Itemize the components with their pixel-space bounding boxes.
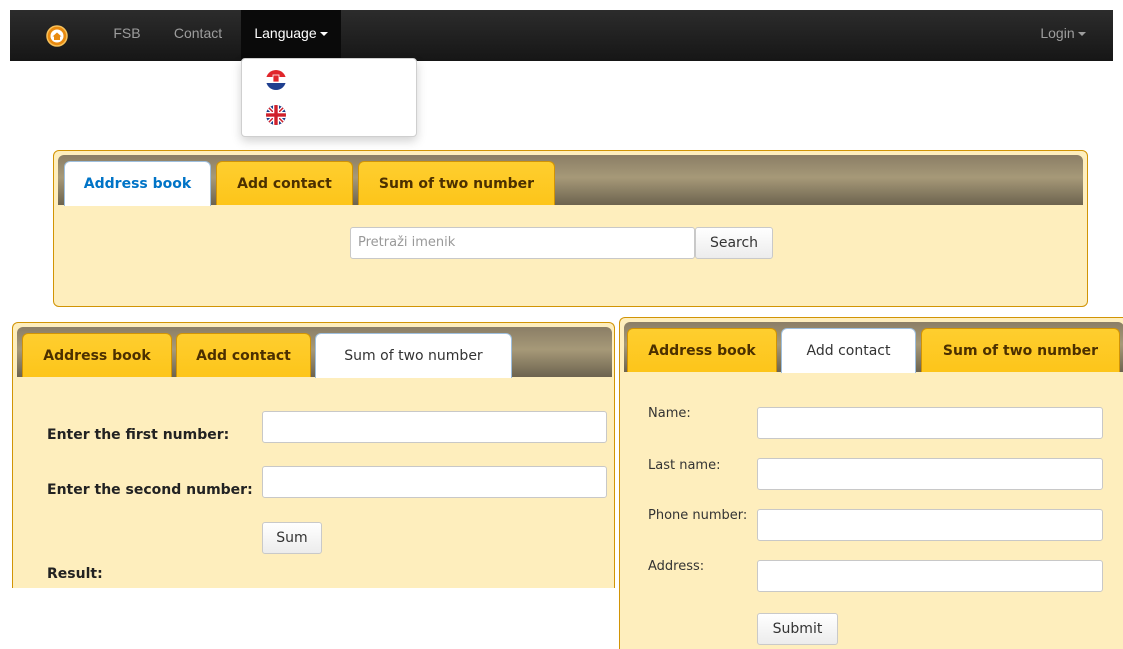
- uk-flag-icon[interactable]: [265, 104, 287, 126]
- nav-fsb-link[interactable]: FSB: [107, 10, 147, 61]
- phone-number-label: Phone number:: [648, 508, 748, 523]
- address-input[interactable]: [757, 560, 1103, 592]
- nav-language-dropdown[interactable]: Language: [241, 10, 341, 61]
- name-input[interactable]: [757, 407, 1103, 439]
- top-navbar: FSB Contact Language Login: [10, 10, 1113, 61]
- tab-sum-of-two-number[interactable]: Sum of two number: [921, 328, 1120, 372]
- nav-login-dropdown[interactable]: Login: [1033, 10, 1093, 61]
- address-label: Address:: [648, 559, 705, 574]
- caret-down-icon: [1077, 32, 1086, 37]
- tab-sum-of-two-number[interactable]: Sum of two number: [358, 161, 555, 205]
- tab-add-contact[interactable]: Add contact: [216, 161, 353, 205]
- second-number-label: Enter the second number:: [47, 482, 253, 498]
- home-icon[interactable]: [46, 25, 68, 47]
- first-number-input[interactable]: [262, 411, 607, 443]
- submit-button[interactable]: Submit: [757, 613, 838, 645]
- language-dropdown-menu: [241, 58, 417, 137]
- nav-login-label: Login: [1040, 25, 1075, 41]
- add-contact-widget: Address book Add contact Sum of two numb…: [619, 317, 1123, 649]
- result-label: Result:: [47, 566, 103, 582]
- nav-language-label: Language: [254, 25, 317, 41]
- search-input[interactable]: Pretraži imenik: [350, 227, 695, 259]
- sum-button[interactable]: Sum: [262, 522, 322, 554]
- tab-bar: [58, 155, 1083, 205]
- name-label: Name:: [648, 406, 691, 421]
- tab-address-book[interactable]: Address book: [22, 333, 172, 377]
- croatia-flag-icon[interactable]: [265, 69, 287, 91]
- last-name-label: Last name:: [648, 458, 721, 473]
- tab-sum-of-two-number[interactable]: Sum of two number: [315, 333, 512, 378]
- second-number-input[interactable]: [262, 466, 607, 498]
- sum-widget: Address book Add contact Sum of two numb…: [12, 322, 615, 588]
- tab-address-book[interactable]: Address book: [64, 161, 211, 206]
- tab-address-book[interactable]: Address book: [627, 328, 777, 372]
- tab-add-contact[interactable]: Add contact: [176, 333, 311, 377]
- first-number-label: Enter the first number:: [47, 427, 230, 443]
- caret-down-icon: [319, 32, 328, 37]
- address-book-widget: Address book Add contact Sum of two numb…: [53, 150, 1088, 307]
- last-name-input[interactable]: [757, 458, 1103, 490]
- tab-add-contact[interactable]: Add contact: [781, 328, 916, 373]
- search-button[interactable]: Search: [695, 227, 773, 259]
- phone-number-input[interactable]: [757, 509, 1103, 541]
- nav-contact-link[interactable]: Contact: [170, 10, 226, 61]
